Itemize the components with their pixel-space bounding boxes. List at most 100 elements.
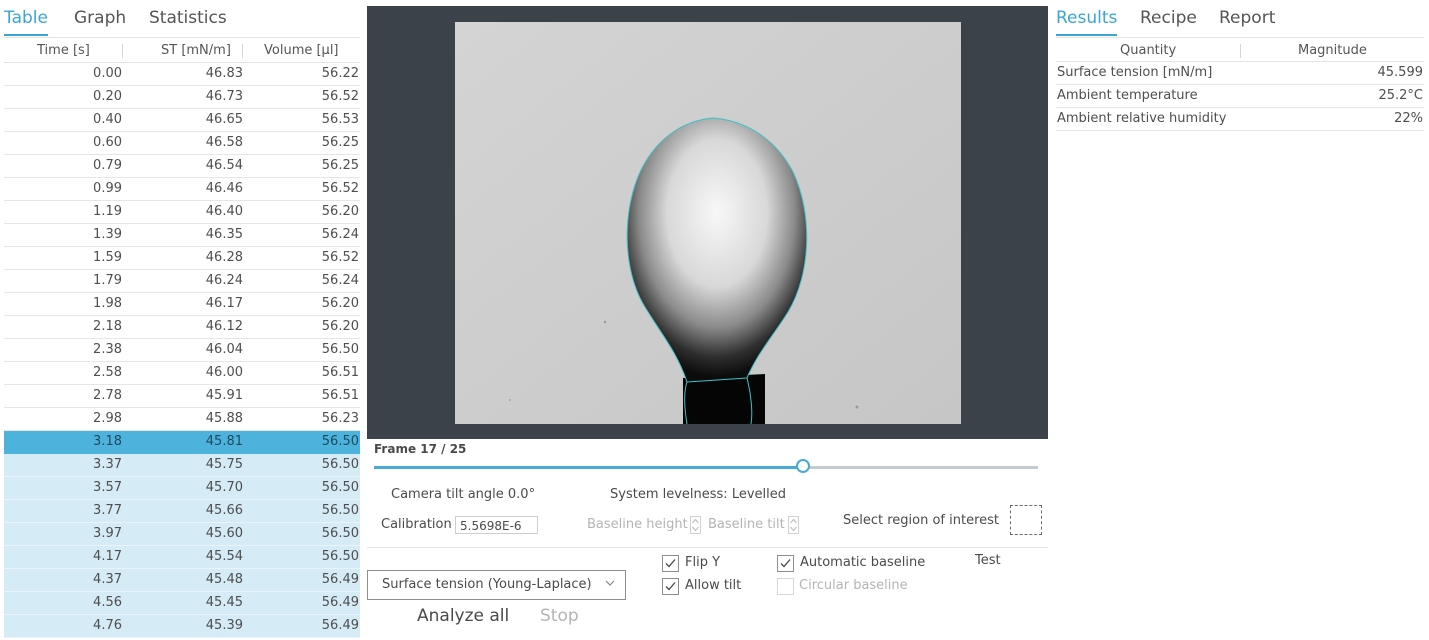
table-row[interactable]: 1.79 46.24 56.24 xyxy=(4,270,360,293)
result-magnitude: 45.599 xyxy=(1377,65,1424,80)
table-row[interactable]: 4.56 45.45 56.49 xyxy=(4,592,360,615)
cell-st: 46.46 xyxy=(205,181,243,196)
table-body: 0.00 46.83 56.22 0.20 46.73 56.52 0.40 46.65 56.… xyxy=(4,63,360,638)
table-row[interactable]: 1.19 46.40 56.20 xyxy=(4,201,360,224)
cell-st: 46.24 xyxy=(205,273,243,288)
table-row[interactable]: 2.78 45.91 56.51 xyxy=(4,385,360,408)
table-row[interactable]: 0.60 46.58 56.25 xyxy=(4,132,360,155)
cell-st: 45.75 xyxy=(205,457,243,472)
cell-time: 4.37 xyxy=(93,572,122,587)
method-dropdown[interactable]: Surface tension (Young-Laplace) xyxy=(367,570,626,600)
cell-time: 1.98 xyxy=(93,296,122,311)
cell-volume: 56.52 xyxy=(321,250,359,265)
stop-button[interactable]: Stop xyxy=(540,606,579,626)
table-row[interactable]: 0.00 46.83 56.22 xyxy=(4,63,360,86)
cell-st: 45.54 xyxy=(205,549,243,564)
cell-time: 0.60 xyxy=(93,135,122,150)
cell-st: 46.35 xyxy=(205,227,243,242)
cell-volume: 56.25 xyxy=(321,135,359,150)
table-row[interactable]: 0.20 46.73 56.52 xyxy=(4,86,360,109)
tab-divider xyxy=(4,37,360,38)
column-header-volume[interactable]: Volume [µl] xyxy=(264,43,339,58)
cell-st: 45.39 xyxy=(205,618,243,633)
cell-st: 46.83 xyxy=(205,66,243,81)
baseline-height-spinner-icon[interactable] xyxy=(690,516,701,534)
image-viewer[interactable] xyxy=(367,6,1048,439)
calibration-input[interactable]: 5.5698E-6 xyxy=(455,516,538,534)
table-row[interactable]: 0.99 46.46 56.52 xyxy=(4,178,360,201)
test-button[interactable]: Test xyxy=(975,553,1001,568)
cell-st: 46.04 xyxy=(205,342,243,357)
result-quantity: Surface tension [mN/m] xyxy=(1057,65,1213,80)
cell-volume: 56.20 xyxy=(321,204,359,219)
cell-st: 46.40 xyxy=(205,204,243,219)
cell-time: 0.40 xyxy=(93,112,122,127)
table-row[interactable]: 2.18 46.12 56.20 xyxy=(4,316,360,339)
chevron-down-icon xyxy=(605,580,615,586)
results-row: Ambient relative humidity 22% xyxy=(1056,108,1424,131)
frame-slider-fill xyxy=(374,466,803,469)
cell-time: 3.97 xyxy=(93,526,122,541)
table-row[interactable]: 0.79 46.54 56.25 xyxy=(4,155,360,178)
cell-time: 1.19 xyxy=(93,204,122,219)
table-row[interactable]: 4.17 45.54 56.50 xyxy=(4,546,360,569)
table-row[interactable]: 0.40 46.65 56.53 xyxy=(4,109,360,132)
cell-volume: 56.49 xyxy=(321,572,359,587)
result-magnitude: 22% xyxy=(1394,111,1423,126)
cell-time: 3.77 xyxy=(93,503,122,518)
tab-statistics[interactable]: Statistics xyxy=(149,8,227,28)
table-row[interactable]: 4.37 45.48 56.49 xyxy=(4,569,360,592)
table-row[interactable]: 3.18 45.81 56.50 xyxy=(4,431,360,454)
cell-time: 0.20 xyxy=(93,89,122,104)
column-header-st[interactable]: ST [mN/m] xyxy=(161,43,231,58)
frame-slider-track[interactable] xyxy=(374,466,1038,469)
baseline-height-label: Baseline height xyxy=(587,517,688,532)
table-row[interactable]: 2.38 46.04 56.50 xyxy=(4,339,360,362)
frame-counter: Frame 17 / 25 xyxy=(374,442,467,456)
roi-label: Select region of interest xyxy=(843,513,1000,528)
checkmark-icon xyxy=(665,582,676,591)
cell-st: 45.81 xyxy=(205,434,243,449)
cell-volume: 56.50 xyxy=(321,503,359,518)
tab-report[interactable]: Report xyxy=(1219,8,1275,28)
table-row[interactable]: 2.58 46.00 56.51 xyxy=(4,362,360,385)
table-row[interactable]: 2.98 45.88 56.23 xyxy=(4,408,360,431)
cell-volume: 56.52 xyxy=(321,89,359,104)
allow-tilt-checkbox[interactable] xyxy=(662,578,679,595)
cell-st: 45.60 xyxy=(205,526,243,541)
results-row: Ambient temperature 25.2°C xyxy=(1056,85,1424,108)
result-magnitude: 25.2°C xyxy=(1378,88,1423,103)
cell-time: 0.99 xyxy=(93,181,122,196)
allow-tilt-label: Allow tilt xyxy=(685,578,742,593)
column-header-time[interactable]: Time [s] xyxy=(37,43,90,58)
cell-st: 46.65 xyxy=(205,112,243,127)
table-row[interactable]: 3.57 45.70 56.50 xyxy=(4,477,360,500)
cell-volume: 56.51 xyxy=(321,388,359,403)
table-row[interactable]: 4.76 45.39 56.49 xyxy=(4,615,360,638)
table-row[interactable]: 3.97 45.60 56.50 xyxy=(4,523,360,546)
table-row[interactable]: 1.98 46.17 56.20 xyxy=(4,293,360,316)
analyze-all-button[interactable]: Analyze all xyxy=(417,606,509,626)
tab-results[interactable]: Results xyxy=(1056,8,1118,36)
cell-st: 45.70 xyxy=(205,480,243,495)
baseline-tilt-spinner-icon[interactable] xyxy=(788,516,799,534)
column-header-quantity: Quantity xyxy=(1120,43,1177,58)
table-row[interactable]: 1.39 46.35 56.24 xyxy=(4,224,360,247)
frame-slider-handle[interactable] xyxy=(795,459,810,473)
table-row[interactable]: 1.59 46.28 56.52 xyxy=(4,247,360,270)
tab-table[interactable]: Table xyxy=(4,8,48,36)
automatic-baseline-checkbox[interactable] xyxy=(777,555,794,572)
cell-volume: 56.22 xyxy=(321,66,359,81)
method-dropdown-value: Surface tension (Young-Laplace) xyxy=(382,577,592,592)
pendant-drop-image xyxy=(455,22,961,424)
tab-recipe[interactable]: Recipe xyxy=(1140,8,1197,28)
cell-st: 46.28 xyxy=(205,250,243,265)
circular-baseline-checkbox[interactable] xyxy=(777,578,794,595)
table-header: Time [s] ST [mN/m] Volume [µl] xyxy=(4,41,360,63)
table-row[interactable]: 3.77 45.66 56.50 xyxy=(4,500,360,523)
flip-y-checkbox[interactable] xyxy=(662,555,679,572)
table-row[interactable]: 3.37 45.75 56.50 xyxy=(4,454,360,477)
tab-graph[interactable]: Graph xyxy=(74,8,126,28)
cell-time: 4.76 xyxy=(93,618,122,633)
select-roi-icon[interactable] xyxy=(1010,505,1042,535)
